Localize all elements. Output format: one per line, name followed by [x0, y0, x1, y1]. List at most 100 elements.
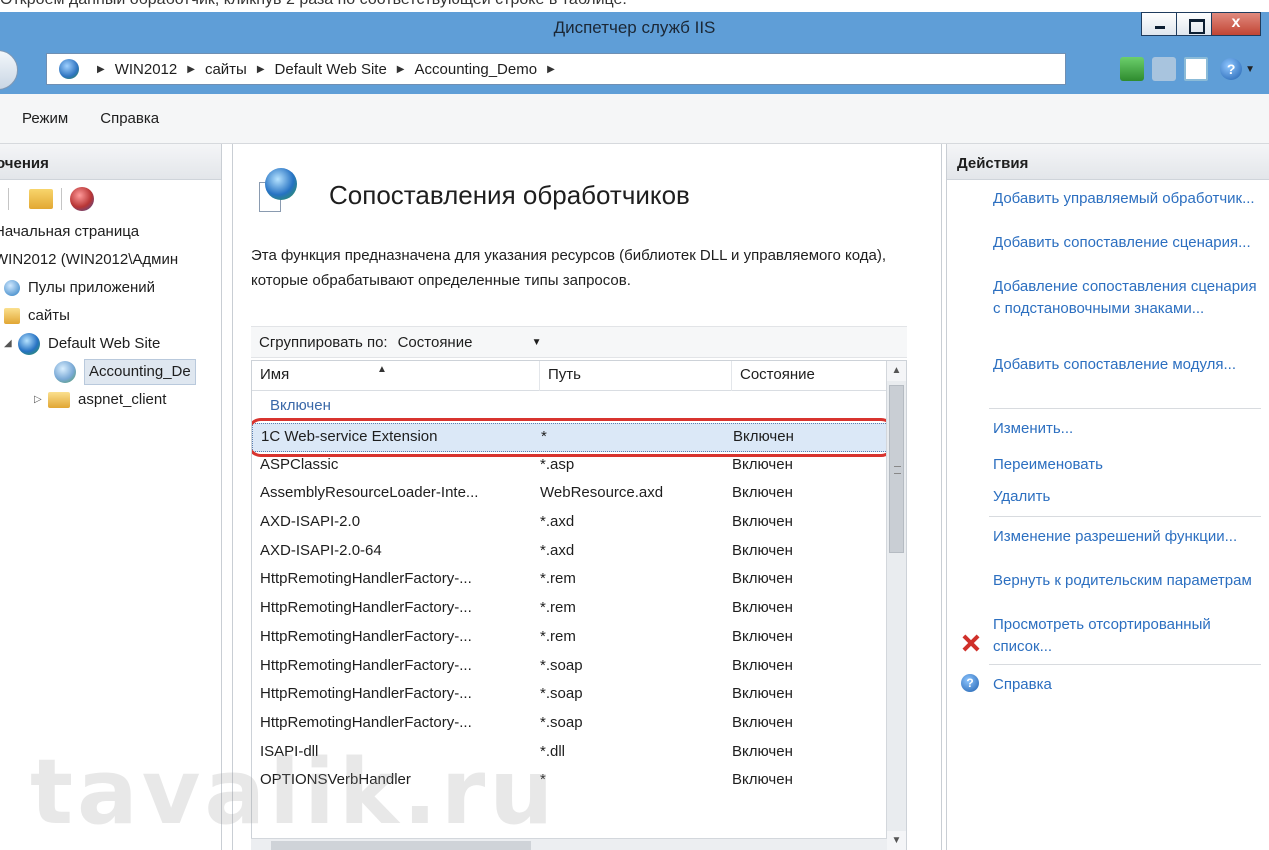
table-row[interactable]: HttpRemotingHandlerFactory-... *.soap Вклю…	[252, 653, 888, 682]
cell-state: Включен	[732, 513, 793, 531]
maximize-button[interactable]	[1176, 12, 1212, 36]
scroll-up-icon[interactable]: ▲	[887, 361, 906, 381]
globe-icon	[59, 59, 79, 79]
action-edit-feature-permissions[interactable]: Изменение разрешений функции...	[993, 526, 1263, 548]
help-icon: ?	[961, 674, 979, 692]
scroll-down-icon[interactable]: ▼	[887, 831, 906, 850]
column-header-name[interactable]: Имя ▲	[252, 361, 540, 391]
actions-pane: Действия Добавить управляемый обработчик…	[946, 144, 1269, 850]
table-row[interactable]: ISAPI-dll *.dll Включен	[252, 739, 888, 768]
tree-item-default-web-site[interactable]: ◢ Default Web Site	[0, 330, 221, 358]
breadcrumb-website[interactable]: Default Web Site	[275, 61, 387, 78]
group-by-bar: Сгруппировать по: Состояние ▼	[251, 326, 907, 358]
caption-text: Откроем данный обработчик, кликнув 2 раз…	[0, 0, 1269, 12]
action-rename[interactable]: Переименовать	[993, 454, 1263, 476]
table-row[interactable]: ASPClassic *.asp Включен	[252, 452, 888, 481]
menu-help[interactable]: Справка	[84, 110, 175, 127]
tree-item-label: WIN2012 (WIN2012\Админ	[0, 251, 179, 268]
column-header-path[interactable]: Путь	[540, 361, 732, 391]
tree-item-aspnet-client[interactable]: ▷ aspnet_client	[0, 386, 221, 414]
collapse-icon[interactable]: ◢	[4, 330, 18, 358]
action-add-managed-handler[interactable]: Добавить управляемый обработчик...	[993, 188, 1263, 210]
folder-icon	[48, 392, 70, 408]
help-icon[interactable]: ?	[1220, 58, 1243, 80]
address-bar: ▶ WIN2012 ▶ сайты ▶ Default Web Site ▶ A…	[0, 44, 1269, 94]
page-title: Сопоставления обработчиков	[329, 180, 690, 210]
connections-pane: очения Начальная страница WIN2012 (WIN20…	[0, 144, 222, 850]
grip-icon	[894, 466, 901, 474]
scroll-thumb[interactable]	[889, 385, 904, 553]
minimize-button[interactable]	[1141, 12, 1177, 36]
application-icon	[54, 361, 76, 383]
connections-toolbar	[0, 180, 221, 218]
menu-view[interactable]: Режим	[0, 110, 84, 127]
action-revert-to-parent[interactable]: Вернуть к родительским параметрам	[993, 570, 1263, 592]
table-row-selected[interactable]: 1C Web-service Extension * Включен	[252, 418, 895, 457]
delete-icon	[961, 634, 979, 652]
action-help[interactable]: Справка	[993, 674, 1263, 696]
tree-item-server[interactable]: WIN2012 (WIN2012\Админ	[0, 246, 221, 274]
chevron-down-icon[interactable]: ▼	[1245, 64, 1255, 75]
action-add-script-map[interactable]: Добавить сопоставление сценария...	[993, 232, 1263, 254]
tree-item-start-page[interactable]: Начальная страница	[0, 218, 221, 246]
tree-item-label: Accounting_De	[84, 359, 196, 385]
up-folder-icon[interactable]	[29, 189, 53, 209]
cell-path: *.rem	[540, 627, 576, 645]
table-row[interactable]: OPTIONSVerbHandler * Включен	[252, 767, 888, 796]
action-delete[interactable]: Удалить	[993, 486, 1263, 508]
chevron-right-icon[interactable]: ▶	[397, 64, 405, 75]
cell-name: ASPClassic	[260, 455, 339, 473]
app-pools-icon	[4, 280, 20, 296]
cell-path: *	[541, 428, 547, 445]
vertical-scrollbar[interactable]: ▲ ▼	[886, 361, 906, 850]
actions-header: Действия	[947, 144, 1269, 180]
chevron-down-icon[interactable]: ▼	[532, 337, 542, 348]
cell-name: AXD-ISAPI-2.0	[260, 513, 361, 531]
table-row[interactable]: AXD-ISAPI-2.0-64 *.axd Включен	[252, 538, 888, 567]
action-edit[interactable]: Изменить...	[993, 418, 1263, 440]
table-row[interactable]: HttpRemotingHandlerFactory-... *.rem Включ…	[252, 624, 888, 653]
table-row[interactable]: HttpRemotingHandlerFactory-... *.rem Включ…	[252, 566, 888, 595]
close-button[interactable]	[1211, 12, 1261, 36]
chevron-right-icon[interactable]: ▶	[547, 64, 555, 75]
divider	[989, 408, 1261, 409]
network-icon[interactable]	[1120, 57, 1145, 81]
breadcrumb-application[interactable]: Accounting_Demo	[415, 61, 538, 78]
window-controls	[1141, 12, 1261, 38]
tree-item-accounting-demo[interactable]: Accounting_De	[0, 358, 221, 386]
table-row[interactable]: HttpRemotingHandlerFactory-... *.soap Вклю…	[252, 710, 888, 739]
stop-icon[interactable]	[1152, 57, 1177, 81]
table-row[interactable]: AXD-ISAPI-2.0 *.axd Включен	[252, 509, 888, 538]
connections-tree: Начальная страница WIN2012 (WIN2012\Адми…	[0, 218, 221, 414]
cell-name: HttpRemotingHandlerFactory-...	[260, 656, 472, 674]
action-add-wildcard-script-map[interactable]: Добавление сопоставления сценария с подс…	[993, 276, 1263, 320]
cell-state: Включен	[732, 742, 793, 760]
cell-state: Включен	[732, 570, 793, 588]
tree-item-sites[interactable]: сайты	[0, 302, 221, 330]
table-row[interactable]: HttpRemotingHandlerFactory-... *.soap Вклю…	[252, 681, 888, 710]
tree-item-label: Пулы приложений	[28, 279, 156, 296]
breadcrumb[interactable]: ▶ WIN2012 ▶ сайты ▶ Default Web Site ▶ A…	[46, 53, 1066, 85]
chevron-right-icon[interactable]: ▶	[97, 64, 105, 75]
tree-item-label: aspnet_client	[78, 391, 167, 408]
cell-path: *.rem	[540, 599, 576, 617]
action-add-module-mapping[interactable]: Добавить сопоставление модуля...	[993, 354, 1263, 376]
chevron-right-icon[interactable]: ▶	[187, 64, 195, 75]
scroll-thumb[interactable]	[271, 841, 531, 850]
chevron-right-icon[interactable]: ▶	[257, 64, 265, 75]
breadcrumb-server[interactable]: WIN2012	[115, 61, 178, 78]
home-icon[interactable]	[1184, 57, 1209, 81]
group-by-select[interactable]: Состояние	[398, 334, 518, 351]
column-header-state[interactable]: Состояние	[732, 361, 888, 391]
breadcrumb-sites[interactable]: сайты	[205, 61, 247, 78]
table-row[interactable]: HttpRemotingHandlerFactory-... *.rem Включ…	[252, 595, 888, 624]
disconnect-icon[interactable]	[70, 187, 94, 211]
table-row[interactable]: AssemblyResourceLoader-Inte... WebResourc…	[252, 480, 888, 509]
action-view-ordered-list[interactable]: Просмотреть отсортированный список...	[993, 614, 1263, 658]
expand-icon[interactable]: ▷	[34, 386, 48, 414]
back-button[interactable]	[0, 50, 18, 90]
menu-bar: Режим Справка	[0, 94, 1269, 144]
cell-state: Включен	[732, 541, 793, 559]
horizontal-scrollbar[interactable]	[251, 838, 887, 850]
tree-item-app-pools[interactable]: Пулы приложений	[0, 274, 221, 302]
